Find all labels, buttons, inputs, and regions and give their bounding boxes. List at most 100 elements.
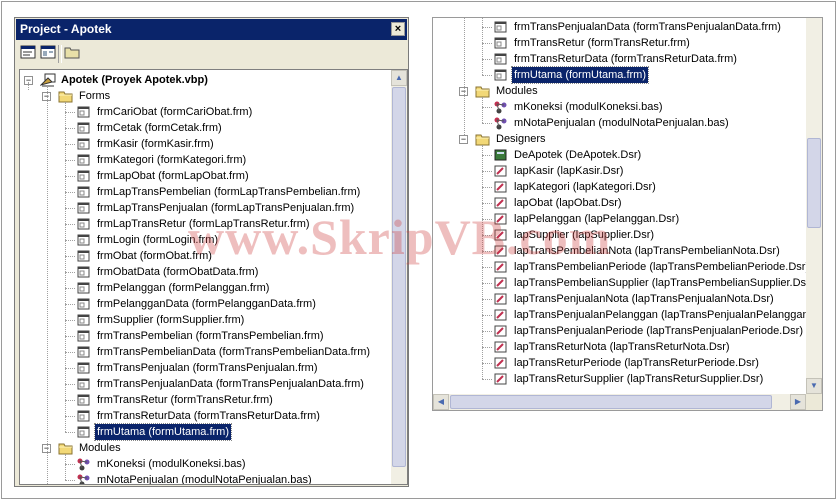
tree-item-label: DeApotek (DeApotek.Dsr): [514, 149, 642, 161]
tree-item-label: lapTransReturSupplier (lapTransReturSupp…: [514, 373, 764, 385]
tree-connector: [482, 187, 492, 188]
scroll-up-icon[interactable]: ▲: [391, 70, 407, 86]
module-icon: [76, 473, 91, 484]
form-icon: [493, 36, 508, 50]
left-vertical-scrollbar[interactable]: ▲: [391, 70, 407, 484]
form-icon: [76, 185, 91, 199]
tree-item-form[interactable]: frmObat (formObat.frm): [20, 248, 407, 264]
tree-item-form[interactable]: frmCariObat (formCariObat.frm): [20, 104, 407, 120]
report-designer-icon: [493, 340, 508, 354]
tree-item-form[interactable]: frmKategori (formKategori.frm): [20, 152, 407, 168]
tree-item-form[interactable]: frmCetak (formCetak.frm): [20, 120, 407, 136]
scroll-thumb[interactable]: [450, 395, 772, 409]
right-horizontal-scrollbar[interactable]: ◀ ▶: [433, 394, 806, 410]
tree-item-form[interactable]: frmTransRetur (formTransRetur.frm): [20, 392, 407, 408]
tree-item-form[interactable]: frmLapObat (formLapObat.frm): [20, 168, 407, 184]
tree-item-label: lapTransReturNota (lapTransReturNota.Dsr…: [514, 341, 730, 353]
tree-item-label: frmLapTransPembelian (formLapTransPembel…: [97, 186, 361, 198]
form-icon: [76, 121, 91, 135]
form-icon: [76, 313, 91, 327]
report-designer-icon: [493, 308, 508, 322]
form-icon: [76, 377, 91, 391]
tree-item-label: frmTransPenjualanData (formTransPenjuala…: [97, 378, 364, 390]
tree-item-label: frmTransRetur (formTransRetur.frm): [514, 37, 690, 49]
folder-icon: [58, 441, 73, 455]
tree-item-form[interactable]: frmPelangganData (formPelangganData.frm): [20, 296, 407, 312]
tree-connector: [482, 97, 483, 123]
project-tree-left[interactable]: − Apotek (Proyek Apotek.vbp) − Forms frmCari…: [19, 69, 408, 485]
scroll-thumb[interactable]: [392, 87, 406, 467]
tree-item-label: mKoneksi (modulKoneksi.bas): [97, 458, 246, 470]
tree-item-form[interactable]: frmSupplier (formSupplier.frm): [20, 312, 407, 328]
collapse-toggle-icon[interactable]: −: [459, 135, 468, 144]
form-icon: [76, 217, 91, 231]
scroll-right-icon[interactable]: ▶: [790, 394, 806, 410]
tree-connector: [482, 155, 492, 156]
window-title: Project - Apotek: [20, 22, 112, 36]
tree-item-form[interactable]: frmTransReturData (formTransReturData.fr…: [20, 408, 407, 424]
view-code-button[interactable]: [20, 45, 38, 61]
tree-item-label: frmTransReturData (formTransReturData.fr…: [514, 53, 737, 65]
tree-item-module[interactable]: mKoneksi (modulKoneksi.bas): [20, 456, 407, 472]
tree-folder-designers[interactable]: − Designers: [433, 131, 822, 147]
view-object-button[interactable]: [40, 45, 58, 61]
folder-icon: [475, 84, 490, 98]
tree-item-label: lapKategori (lapKategori.Dsr): [514, 181, 656, 193]
report-designer-icon: [493, 372, 508, 386]
form-icon: [76, 233, 91, 247]
tree-connector: [65, 352, 75, 353]
tree-item-form[interactable]: frmPelanggan (formPelanggan.frm): [20, 280, 407, 296]
close-button[interactable]: ×: [391, 22, 405, 36]
tree-item-form[interactable]: frmLogin (formLogin.frm): [20, 232, 407, 248]
form-icon: [76, 425, 91, 439]
tree-connector: [65, 416, 75, 417]
tree-item-label: lapTransPembelianPeriode (lapTransPembel…: [514, 261, 810, 273]
tree-item-form[interactable]: frmUtama (formUtama.frm): [20, 423, 407, 441]
right-vertical-scrollbar[interactable]: ▼: [806, 18, 822, 394]
tree-item-form[interactable]: frmLapTransRetur (formLapTransRetur.frm): [20, 216, 407, 232]
tree-connector: [65, 400, 75, 401]
report-designer-icon: [493, 244, 508, 258]
scroll-left-icon[interactable]: ◀: [433, 394, 449, 410]
form-icon: [76, 281, 91, 295]
tree-item-form[interactable]: frmLapTransPembelian (formLapTransPembel…: [20, 184, 407, 200]
tree-item-form[interactable]: frmTransPenjualan (formTransPenjualan.fr…: [20, 360, 407, 376]
tree-connector: [482, 107, 492, 108]
tree-item-label: frmLogin (formLogin.frm): [97, 234, 219, 246]
tree-connector: [482, 203, 492, 204]
report-designer-icon: [493, 228, 508, 242]
tree-connector: [482, 145, 483, 379]
tree-item-form[interactable]: frmLapTransPenjualan (formLapTransPenjua…: [20, 200, 407, 216]
tree-item-label: Modules: [496, 85, 538, 97]
module-icon: [493, 116, 508, 130]
tree-item-form[interactable]: frmTransPembelian (formTransPembelian.fr…: [20, 328, 407, 344]
scroll-down-icon[interactable]: ▼: [806, 378, 822, 394]
close-icon: ×: [394, 23, 402, 35]
tree-item-form[interactable]: frmObatData (formObatData.frm): [20, 264, 407, 280]
tree-item-label: Apotek (Proyek Apotek.vbp): [61, 74, 208, 86]
tree-item-module[interactable]: mNotaPenjualan (modulNotaPenjualan.bas): [20, 472, 407, 484]
tree-connector: [482, 43, 492, 44]
project-tree-right[interactable]: frmTransPenjualanData (formTransPenjuala…: [432, 17, 823, 411]
tree-connector: [464, 18, 465, 135]
tree-item-label: frmObat (formObat.frm): [97, 250, 212, 262]
tree-connector: [65, 320, 75, 321]
scroll-thumb[interactable]: [807, 138, 821, 228]
project-explorer-titlebar[interactable]: Project - Apotek ×: [16, 19, 407, 40]
report-designer-icon: [493, 276, 508, 290]
tree-connector: [65, 368, 75, 369]
tree-item-label: lapSupplier (lapSupplier.Dsr): [514, 229, 655, 241]
tree-item-form[interactable]: frmTransPembelianData (formTransPembelia…: [20, 344, 407, 360]
toggle-folders-button[interactable]: [64, 45, 82, 61]
tree-connector: [482, 18, 483, 75]
form-icon: [76, 297, 91, 311]
tree-item-label: lapKasir (lapKasir.Dsr): [514, 165, 624, 177]
tree-connector: [28, 82, 29, 90]
tree-folder-forms[interactable]: − Forms: [20, 88, 407, 104]
tree-item-form[interactable]: frmTransPenjualanData (formTransPenjuala…: [20, 376, 407, 392]
tree-folder-modules[interactable]: − Modules: [433, 83, 822, 99]
tree-project[interactable]: − Apotek (Proyek Apotek.vbp): [20, 72, 407, 88]
tree-folder-modules[interactable]: − Modules: [20, 440, 407, 456]
tree-item-form[interactable]: frmKasir (formKasir.frm): [20, 136, 407, 152]
tree-item-label: frmObatData (formObatData.frm): [97, 266, 259, 278]
